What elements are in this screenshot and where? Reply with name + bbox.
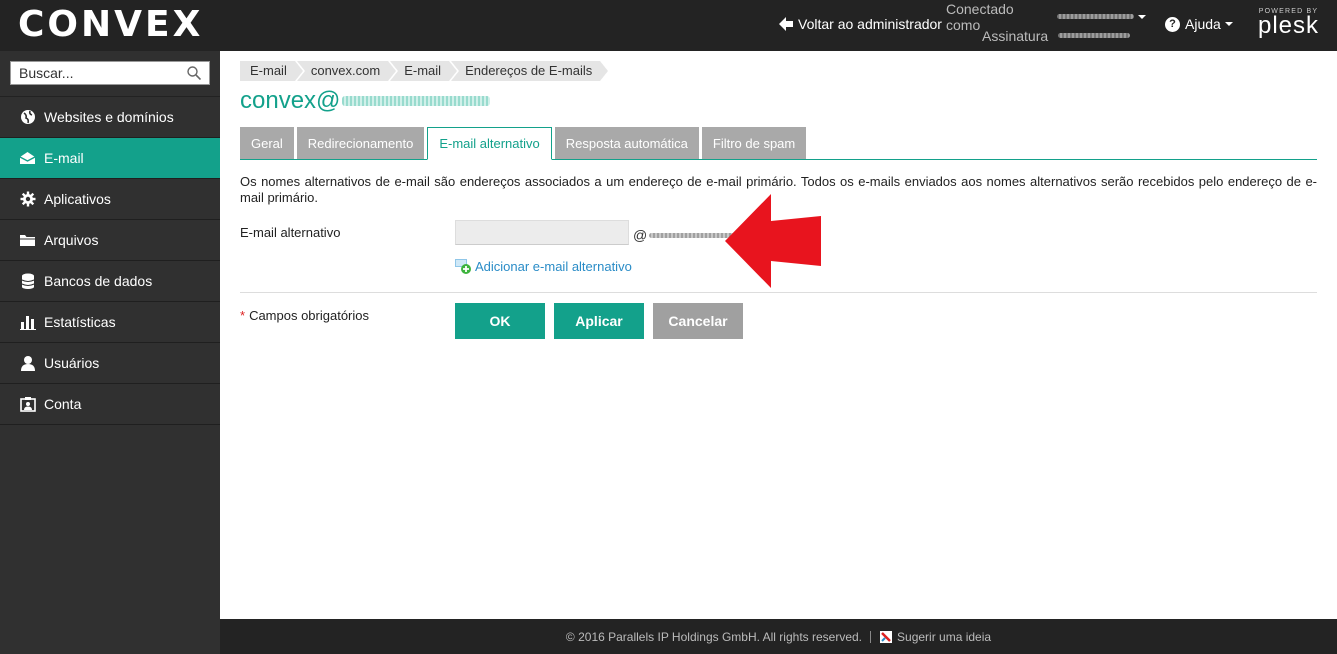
sidebar-item-label: Arquivos — [44, 232, 99, 248]
help-menu[interactable]: ? Ajuda — [1165, 16, 1233, 32]
required-star: * — [240, 308, 246, 323]
breadcrumb: E-mail convex.com E-mail Endereços de E-… — [240, 61, 611, 81]
breadcrumb-item[interactable]: convex.com — [296, 61, 399, 81]
envelope-icon — [19, 150, 36, 167]
top-bar: CONVEX Voltar ao administrador Conectado… — [0, 0, 1337, 51]
question-icon: ? — [1165, 16, 1180, 32]
sidebar-item-databases[interactable]: Bancos de dados — [0, 261, 220, 302]
redacted-domain — [342, 96, 491, 106]
back-to-admin-label: Voltar ao administrador — [798, 16, 942, 32]
required-fields-label: Campos obrigatórios — [249, 308, 370, 323]
breadcrumb-item[interactable]: Endereços de E-mails — [451, 61, 611, 81]
alias-domain-suffix: @ — [633, 227, 736, 243]
gear-icon — [19, 191, 36, 208]
account-icon — [19, 396, 36, 413]
sidebar-item-files[interactable]: Arquivos — [0, 220, 220, 261]
required-fields-note: * Campos obrigatórios — [240, 308, 369, 323]
database-icon — [19, 273, 36, 290]
globe-icon — [19, 109, 36, 126]
sidebar-item-label: Websites e domínios — [44, 109, 174, 125]
form-divider — [240, 292, 1317, 293]
add-alias-link[interactable]: Adicionar e-mail alternativo — [455, 258, 632, 274]
add-alias-icon — [455, 259, 471, 274]
search-input[interactable] — [19, 65, 179, 81]
sidebar-item-statistics[interactable]: Estatísticas — [0, 302, 220, 343]
bar-chart-icon — [19, 314, 36, 331]
sidebar-item-label: Estatísticas — [44, 314, 116, 330]
cancel-button[interactable]: Cancelar — [653, 303, 743, 339]
copyright-text: © 2016 Parallels IP Holdings GmbH. All r… — [565, 629, 863, 644]
sidebar-item-label: Usuários — [44, 355, 100, 371]
alias-email-input[interactable] — [455, 220, 629, 245]
folder-icon — [19, 232, 36, 249]
sidebar-nav: Websites e domínios E-mail Aplicativos A… — [0, 96, 220, 425]
tab-auto-reply[interactable]: Resposta automática — [554, 127, 699, 159]
account-info[interactable]: Conectado como Assinatura — [946, 1, 1146, 45]
main-content: E-mail convex.com E-mail Endereços de E-… — [220, 51, 1337, 619]
sidebar-item-websites[interactable]: Websites e domínios — [0, 97, 220, 138]
sidebar-item-label: Conta — [44, 396, 82, 412]
plesk-wordmark: plesk — [1258, 12, 1320, 39]
sidebar-item-users[interactable]: Usuários — [0, 343, 220, 384]
sidebar-item-label: Aplicativos — [44, 191, 111, 207]
help-label: Ajuda — [1185, 16, 1221, 32]
brand-logo: CONVEX — [18, 4, 204, 45]
search-icon[interactable] — [187, 66, 201, 80]
sidebar: Websites e domínios E-mail Aplicativos A… — [0, 51, 220, 654]
sidebar-item-label: E-mail — [44, 150, 84, 166]
chevron-down-icon — [1224, 22, 1233, 26]
sidebar-item-email[interactable]: E-mail — [0, 138, 220, 179]
search-box[interactable] — [10, 61, 210, 85]
tab-general[interactable]: Geral — [240, 127, 294, 159]
plesk-logo: POWERED BY plesk — [1258, 8, 1320, 39]
subscription-label: Assinatura — [982, 27, 1049, 44]
tab-bar: Geral Redirecionamento E-mail alternativ… — [240, 127, 1317, 160]
suggest-idea-label: Sugerir uma ideia — [897, 629, 992, 644]
ok-button[interactable]: OK — [455, 303, 545, 339]
breadcrumb-item[interactable]: E-mail — [390, 61, 459, 81]
suggest-idea-link[interactable]: Sugerir uma ideia — [879, 630, 991, 644]
chevron-down-icon — [1138, 14, 1146, 19]
apply-button[interactable]: Aplicar — [554, 303, 644, 339]
footer-separator — [870, 630, 872, 643]
page-title: convex@ — [240, 87, 491, 115]
add-alias-label: Adicionar e-mail alternativo — [475, 258, 632, 274]
footer: © 2016 Parallels IP Holdings GmbH. All r… — [220, 619, 1337, 654]
back-to-admin-link[interactable]: Voltar ao administrador — [778, 16, 942, 32]
page-title-text: convex@ — [240, 87, 341, 114]
redacted-domain — [649, 232, 736, 238]
at-sign: @ — [633, 227, 648, 243]
breadcrumb-item[interactable]: E-mail — [240, 61, 305, 81]
tab-forwarding[interactable]: Redirecionamento — [296, 127, 425, 159]
tab-spam-filter[interactable]: Filtro de spam — [701, 127, 807, 159]
suggest-idea-icon — [880, 630, 893, 643]
sidebar-item-applications[interactable]: Aplicativos — [0, 179, 220, 220]
redacted-username — [1056, 14, 1134, 19]
sidebar-item-label: Bancos de dados — [44, 273, 153, 289]
alias-field-label: E-mail alternativo — [240, 225, 341, 240]
tab-email-alias[interactable]: E-mail alternativo — [427, 127, 552, 160]
annotation-arrow-icon — [725, 194, 821, 288]
redacted-subscription — [1058, 33, 1131, 38]
arrow-left-icon — [779, 17, 793, 31]
user-icon — [19, 355, 36, 372]
sidebar-item-account[interactable]: Conta — [0, 384, 220, 425]
